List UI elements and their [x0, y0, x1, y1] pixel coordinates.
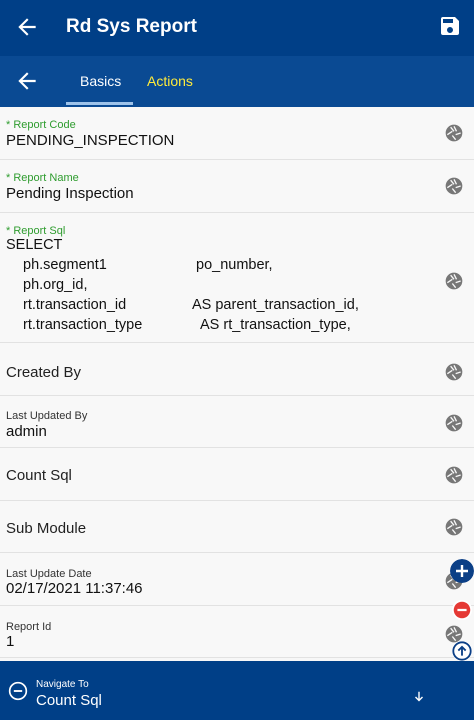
- navigate-label: Navigate To: [36, 679, 89, 690]
- field-label: * Report Sql: [6, 225, 66, 237]
- field-label: Last Update Date: [6, 568, 92, 580]
- sql-line: rt.transaction_type: [23, 317, 143, 333]
- sql-line: rt.transaction_id: [23, 297, 127, 313]
- camera-aperture-icon[interactable]: [444, 517, 464, 537]
- field-label: * Report Code: [6, 119, 76, 131]
- camera-aperture-icon[interactable]: [444, 465, 464, 485]
- field-report-name[interactable]: * Report Name Pending Inspection: [0, 160, 474, 213]
- field-label: * Report Name: [6, 172, 79, 184]
- field-report-sql[interactable]: * Report Sql SELECT ph.segment1 po_numbe…: [0, 213, 474, 343]
- camera-aperture-icon[interactable]: [444, 413, 464, 433]
- field-sub-module[interactable]: Sub Module: [0, 501, 474, 553]
- tab-bar: Basics Actions: [0, 56, 474, 107]
- sql-line: po_number,: [196, 257, 273, 273]
- field-created-by[interactable]: Created By: [0, 343, 474, 396]
- add-fab-icon[interactable]: [450, 559, 474, 583]
- remove-fab-icon[interactable]: [451, 599, 473, 621]
- field-value[interactable]: admin: [6, 423, 47, 440]
- field-last-update-date[interactable]: Last Update Date 02/17/2021 11:37:46: [0, 553, 474, 606]
- collapse-minus-icon[interactable]: [8, 681, 28, 701]
- sql-line: ph.segment1: [23, 257, 107, 273]
- sql-line: SELECT: [6, 237, 63, 253]
- camera-aperture-icon[interactable]: [444, 176, 464, 196]
- top-app-bar: Rd Sys Report: [0, 0, 474, 56]
- navigate-value[interactable]: Count Sql: [36, 692, 102, 709]
- field-value[interactable]: 02/17/2021 11:37:46: [6, 580, 143, 597]
- active-tab-indicator: [66, 102, 133, 105]
- page-title: Rd Sys Report: [66, 16, 197, 37]
- form-content[interactable]: * Report Code PENDING_INSPECTION * Repor…: [0, 107, 474, 660]
- back-arrow-icon[interactable]: [14, 68, 40, 94]
- field-report-id[interactable]: Report Id 1: [0, 606, 474, 658]
- tab-actions[interactable]: Actions: [147, 73, 193, 89]
- camera-aperture-icon[interactable]: [444, 123, 464, 143]
- sql-line: ph.org_id,: [23, 277, 88, 293]
- field-last-updated-by[interactable]: Last Updated By admin: [0, 396, 474, 448]
- field-count-sql[interactable]: Count Sql: [0, 448, 474, 501]
- back-arrow-icon[interactable]: [14, 14, 40, 40]
- field-label: Sub Module: [6, 520, 87, 537]
- field-value[interactable]: PENDING_INSPECTION: [6, 132, 174, 149]
- camera-aperture-icon[interactable]: [444, 362, 464, 382]
- sql-line: AS rt_transaction_type,: [200, 317, 351, 333]
- field-value[interactable]: 1: [6, 633, 14, 650]
- tab-basics[interactable]: Basics: [80, 73, 121, 89]
- sql-line: AS parent_transaction_id,: [192, 297, 359, 313]
- field-label: Count Sql: [6, 467, 72, 484]
- scroll-top-fab-icon[interactable]: [451, 640, 473, 662]
- save-icon[interactable]: [438, 14, 462, 38]
- navigate-bar[interactable]: Navigate To Count Sql: [0, 661, 474, 720]
- field-report-code[interactable]: * Report Code PENDING_INSPECTION: [0, 107, 474, 160]
- field-label: Last Updated By: [6, 410, 88, 422]
- field-label: Created By: [6, 364, 82, 381]
- arrow-down-icon[interactable]: [412, 689, 426, 705]
- field-value[interactable]: Pending Inspection: [6, 185, 134, 202]
- field-label: Report Id: [6, 621, 52, 633]
- camera-aperture-icon[interactable]: [444, 271, 464, 291]
